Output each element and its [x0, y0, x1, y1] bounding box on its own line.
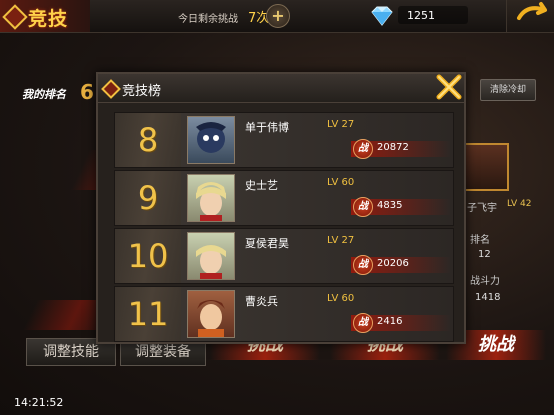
rank-number: 9 — [137, 179, 159, 217]
my-rank-label: 我的排名 — [22, 88, 66, 101]
player-name: 单于伟博 — [245, 121, 289, 134]
battle-power-icon: 战 — [353, 197, 373, 217]
diamond-icon — [2, 4, 28, 30]
close-x-icon[interactable] — [434, 72, 464, 102]
leaderboard-row[interactable]: 9 史士艺 LV 60 战 4835 — [114, 170, 454, 226]
side-rank-value: 12 — [478, 249, 491, 260]
rank-box: 9 — [115, 171, 181, 225]
battle-power-icon: 战 — [353, 255, 373, 275]
top-bar: 竞技 今日剩余挑战 7次 + 1251 — [0, 0, 554, 33]
back-arrow-icon — [517, 2, 547, 20]
rank-number: 11 — [127, 295, 169, 333]
side-power-label: 战斗力 — [470, 276, 500, 287]
gem-count: 1251 — [407, 9, 435, 22]
gem-icon — [371, 6, 393, 26]
side-rank-label: 排名 — [470, 235, 490, 246]
avatar — [187, 174, 235, 222]
side-player-level: LV 42 — [507, 199, 532, 209]
page-title: 竞技 — [28, 8, 69, 30]
remaining-challenges-label: 今日剩余挑战 — [178, 14, 238, 25]
power-value: 2416 — [377, 316, 403, 327]
my-rank-value: 6 — [80, 80, 94, 104]
clear-cooldown-button[interactable]: 清除冷却 — [480, 79, 536, 101]
rank-number: 10 — [127, 237, 169, 275]
title-banner: 竞技 — [0, 0, 90, 32]
leaderboard-panel: 竞技榜 8 单于伟博 LV 27 战 20872 9 史士艺 LV 60 战 4… — [96, 72, 466, 344]
leaderboard-row[interactable]: 10 夏侯君昊 LV 27 战 20206 — [114, 228, 454, 284]
power-value: 20872 — [377, 142, 409, 153]
rank-box: 11 — [115, 287, 181, 341]
player-level: LV 27 — [327, 119, 355, 130]
power-value: 4835 — [377, 200, 403, 211]
player-name: 夏侯君昊 — [245, 237, 289, 250]
clock: 14:21:52 — [14, 396, 64, 409]
player-name: 曹炎兵 — [245, 295, 278, 308]
player-name: 史士艺 — [245, 179, 278, 192]
panel-title: 竞技榜 — [122, 84, 162, 99]
panel-header: 竞技榜 — [98, 74, 464, 103]
battle-power-icon: 战 — [353, 313, 373, 333]
player-level: LV 60 — [327, 177, 355, 188]
leaderboard-row[interactable]: 8 单于伟博 LV 27 战 20872 — [114, 112, 454, 168]
power-value: 20206 — [377, 258, 409, 269]
avatar — [187, 232, 235, 280]
avatar — [187, 116, 235, 164]
avatar — [187, 290, 235, 338]
battle-power-icon: 战 — [353, 139, 373, 159]
player-level: LV 27 — [327, 235, 355, 246]
leaderboard-row[interactable]: 11 曹炎兵 LV 60 战 2416 — [114, 286, 454, 342]
diamond-icon — [101, 79, 121, 99]
back-button[interactable] — [506, 0, 554, 32]
rank-box: 8 — [115, 113, 181, 167]
side-power-value: 1418 — [475, 292, 501, 303]
side-player-name: 子飞宇 — [467, 203, 497, 214]
player-level: LV 60 — [327, 293, 355, 304]
avatar[interactable] — [461, 143, 509, 191]
rank-number: 8 — [137, 121, 159, 159]
add-challenges-button[interactable]: + — [266, 4, 290, 28]
rank-box: 10 — [115, 229, 181, 283]
